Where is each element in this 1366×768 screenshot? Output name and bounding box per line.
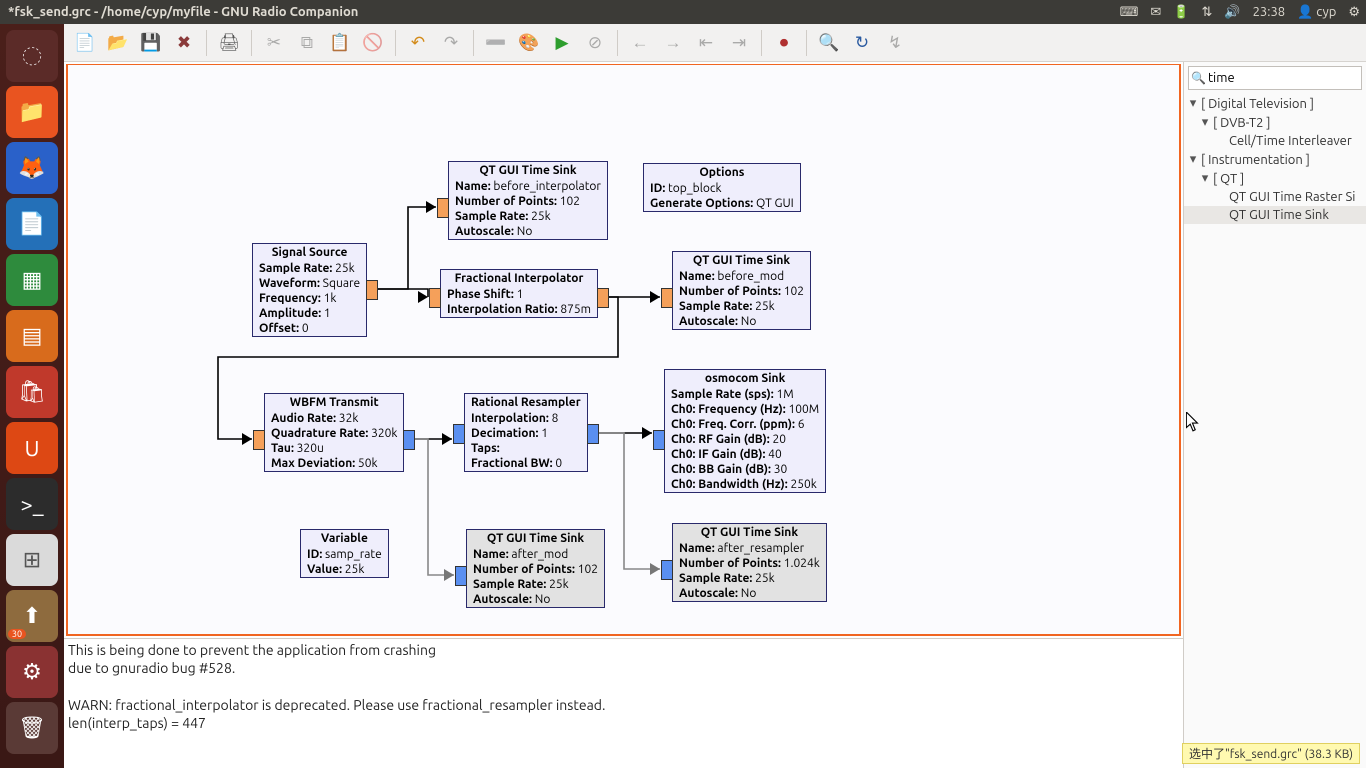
search-box[interactable]: 🔍 ✖ — [1188, 66, 1362, 90]
block-tsink3[interactable]: QT GUI Time SinkName: after_modNumber of… — [466, 529, 605, 608]
block-wbfm[interactable]: WBFM TransmitAudio Rate: 32kQuadrature R… — [264, 393, 404, 472]
run-button[interactable]: ▶ — [547, 28, 577, 58]
delete-button[interactable]: 🚫 — [358, 28, 388, 58]
block-interp[interactable]: Fractional InterpolatorPhase Shift: 1Int… — [440, 269, 598, 318]
save-button[interactable]: 💾 — [136, 28, 166, 58]
launcher-firefox[interactable]: 🦊 — [6, 142, 58, 194]
tree-item[interactable]: Cell/Time Interleaver — [1184, 132, 1366, 150]
port[interactable] — [437, 198, 449, 218]
port[interactable] — [661, 560, 673, 580]
find-button[interactable]: 🔍 — [814, 28, 844, 58]
variables-button[interactable]: 🎨 — [514, 28, 544, 58]
next-button[interactable]: ⇥ — [724, 28, 754, 58]
cut-button[interactable]: ✂ — [259, 28, 289, 58]
launcher-terminal[interactable]: >_ — [6, 478, 58, 530]
new-button[interactable]: 📄 — [70, 28, 100, 58]
redo-button[interactable]: ↷ — [436, 28, 466, 58]
block-tree[interactable]: ▾[ Digital Television ]▾[ DVB-T2 ]Cell/T… — [1184, 94, 1366, 768]
print-button[interactable]: 🖨 — [214, 28, 244, 58]
battery-indicator[interactable]: 🔋 — [1167, 5, 1195, 20]
reload-button[interactable]: ↻ — [847, 28, 877, 58]
port[interactable] — [455, 566, 467, 586]
block-tsink4[interactable]: QT GUI Time SinkName: after_resamplerNum… — [672, 523, 827, 602]
port[interactable] — [429, 288, 441, 308]
launcher-grc[interactable]: ⊞ — [6, 534, 58, 586]
block-tsink2[interactable]: QT GUI Time SinkName: before_modNumber o… — [672, 251, 811, 330]
tree-item[interactable]: ▾[ Instrumentation ] — [1184, 150, 1366, 169]
grc-window: 📄 📂 💾 ✖ 🖨 ✂ ⧉ 📋 🚫 ↶ ↷ ➖ 🎨 ▶ ⊘ ← → ⇤ ⇥ ⏺ … — [64, 24, 1366, 768]
toolbar: 📄 📂 💾 ✖ 🖨 ✂ ⧉ 📋 🚫 ↶ ↷ ➖ 🎨 ▶ ⊘ ← → ⇤ ⇥ ⏺ … — [64, 24, 1366, 62]
tree-item[interactable]: QT GUI Time Sink — [1184, 206, 1366, 224]
forward-button[interactable]: → — [658, 28, 688, 58]
ubuntu-launcher: ◌📁🦊📄▦▤🛍U>_⊞⬆30⚙🗑 — [0, 24, 64, 768]
close-button[interactable]: ✖ — [169, 28, 199, 58]
clock-indicator[interactable]: 23:38 — [1247, 5, 1292, 19]
undo-button[interactable]: ↶ — [403, 28, 433, 58]
status-tooltip: 选中了"fsk_send.grc" (38.3 KB) — [1182, 743, 1360, 764]
network-indicator[interactable]: ⇅ — [1195, 5, 1218, 20]
tree-item[interactable]: ▾[ Digital Television ] — [1184, 94, 1366, 113]
block-library-sidebar: 🔍 ✖ ▾[ Digital Television ]▾[ DVB-T2 ]Ce… — [1183, 62, 1366, 768]
port[interactable] — [453, 424, 465, 444]
unity-panel: *fsk_send.grc - /home/cyp/myfile - GNU R… — [0, 0, 1366, 24]
block-osmo[interactable]: osmocom SinkSample Rate (sps): 1MCh0: Fr… — [664, 369, 826, 493]
launcher-ubuntuone[interactable]: U — [6, 422, 58, 474]
prev-button[interactable]: ⇤ — [691, 28, 721, 58]
stop-button[interactable]: ⊘ — [580, 28, 610, 58]
block-sig[interactable]: Signal SourceSample Rate: 25kWaveform: S… — [252, 243, 367, 337]
port[interactable] — [403, 430, 415, 450]
back-button[interactable]: ← — [625, 28, 655, 58]
launcher-software[interactable]: 🛍 — [6, 366, 58, 418]
user-indicator[interactable]: 👤 cyp — [1291, 5, 1342, 20]
port[interactable] — [366, 280, 378, 300]
search-input[interactable] — [1206, 71, 1366, 85]
block-var[interactable]: VariableID: samp_rateValue: 25k — [300, 529, 389, 578]
open-button[interactable]: 📂 — [103, 28, 133, 58]
launcher-impress[interactable]: ▤ — [6, 310, 58, 362]
port[interactable] — [597, 288, 609, 308]
console: This is being done to prevent the applic… — [64, 638, 1183, 768]
launcher-files[interactable]: 📁 — [6, 86, 58, 138]
block-options[interactable]: OptionsID: top_blockGenerate Options: QT… — [643, 163, 801, 212]
tree-item[interactable]: ▾[ QT ] — [1184, 169, 1366, 188]
copy-button[interactable]: ⧉ — [292, 28, 322, 58]
help-button[interactable]: ↯ — [880, 28, 910, 58]
window-title: *fsk_send.grc - /home/cyp/myfile - GNU R… — [0, 5, 366, 19]
keyboard-indicator[interactable]: ⌨ — [1114, 5, 1145, 20]
system-indicator[interactable]: ⚙ — [1342, 5, 1366, 20]
launcher-calc[interactable]: ▦ — [6, 254, 58, 306]
launcher-settings[interactable]: ⚙ — [6, 646, 58, 698]
port[interactable] — [253, 430, 265, 450]
zoom-out-button[interactable]: ➖ — [481, 28, 511, 58]
port[interactable] — [653, 430, 665, 450]
launcher-writer[interactable]: 📄 — [6, 198, 58, 250]
block-resamp[interactable]: Rational ResamplerInterpolation: 8Decima… — [464, 393, 588, 472]
flowgraph-canvas[interactable]: OptionsID: top_blockGenerate Options: QT… — [66, 64, 1181, 636]
block-tsink1[interactable]: QT GUI Time SinkName: before_interpolato… — [448, 161, 608, 240]
launcher-updates[interactable]: ⬆30 — [6, 590, 58, 642]
paste-button[interactable]: 📋 — [325, 28, 355, 58]
launcher-dash[interactable]: ◌ — [6, 30, 58, 82]
tree-item[interactable]: QT GUI Time Raster Si — [1184, 188, 1366, 206]
launcher-trash[interactable]: 🗑 — [6, 702, 58, 754]
port[interactable] — [587, 424, 599, 444]
mail-indicator[interactable]: ✉ — [1144, 5, 1167, 20]
search-icon: 🔍 — [1191, 71, 1206, 85]
tree-item[interactable]: ▾[ DVB-T2 ] — [1184, 113, 1366, 132]
port[interactable] — [661, 288, 673, 308]
record-button[interactable]: ⏺ — [769, 28, 799, 58]
sound-indicator[interactable]: 🔊 — [1218, 5, 1246, 20]
